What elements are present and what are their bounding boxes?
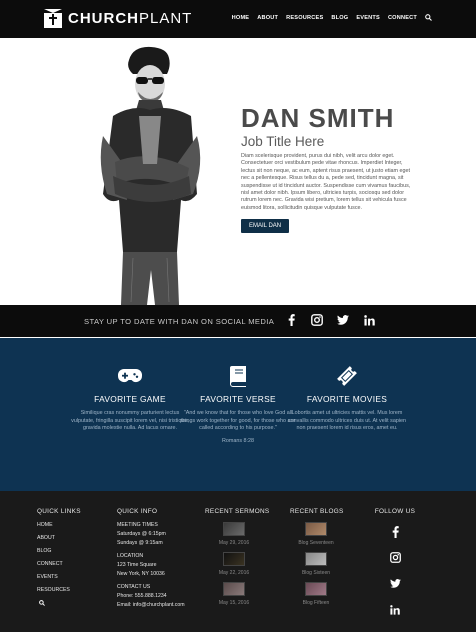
job-title: Job Title Here xyxy=(241,134,325,149)
facebook-icon[interactable] xyxy=(374,525,416,538)
contact-email[interactable]: Email: info@churchplant.com xyxy=(117,602,185,608)
meeting-times-heading: MEETING TIMES xyxy=(117,522,158,528)
instagram-icon[interactable] xyxy=(311,314,323,326)
profile-name: DAN SMITH xyxy=(241,103,395,133)
cross-logo-icon xyxy=(44,9,62,28)
nav-blog[interactable]: BLOG xyxy=(331,15,348,21)
facebook-icon[interactable] xyxy=(285,314,297,326)
verse-reference: Romans 8:28 xyxy=(221,437,255,444)
favorite-movies-text: Lobortis amet ut ultricies mattis vel. M… xyxy=(287,410,407,431)
site-footer: QUICK LINKS HOME ABOUT BLOG CONNECT EVEN… xyxy=(0,491,476,632)
blog-title: Blog Seventeen xyxy=(298,540,334,546)
contact-heading: CONTACT US xyxy=(117,584,151,590)
quick-info-heading: QUICK INFO xyxy=(117,508,158,515)
contact-phone[interactable]: Phone: 555.888.1234 xyxy=(117,593,185,599)
blog-item[interactable]: Blog Seventeen xyxy=(290,522,342,546)
quick-links: QUICK LINKS HOME ABOUT BLOG CONNECT EVEN… xyxy=(37,508,81,611)
book-icon xyxy=(178,364,298,388)
favorite-verse: FAVORITE VERSE "And we know that for tho… xyxy=(178,364,298,444)
favorite-movies-title: FAVORITE MOVIES xyxy=(306,394,388,404)
sermon-thumbnail xyxy=(223,582,245,596)
twitter-icon[interactable] xyxy=(374,577,416,590)
address-line: New York, NY 10036 xyxy=(117,571,165,577)
sermon-item[interactable]: May 22, 2016 xyxy=(205,552,263,576)
profile-text: DAN SMITH Job Title Here Diam scelerisqu… xyxy=(241,103,421,234)
follow-us: FOLLOW US xyxy=(374,508,416,616)
linkedin-icon[interactable] xyxy=(374,603,416,616)
meeting-time: Sundays @ 9:15am xyxy=(117,540,163,546)
favorites-section: FAVORITE GAME Similique cras nonummy par… xyxy=(0,338,476,491)
footer-link-about[interactable]: ABOUT xyxy=(37,535,81,541)
location-heading: LOCATION xyxy=(117,553,144,559)
sermon-date: May 15, 2016 xyxy=(218,600,250,606)
nav-connect[interactable]: CONNECT xyxy=(388,15,417,21)
email-button[interactable]: EMAIL DAN xyxy=(241,219,290,234)
twitter-icon[interactable] xyxy=(337,314,349,326)
recent-sermons: RECENT SERMONS May 29, 2016 May 22, 2016… xyxy=(205,508,270,606)
blog-title: Blog Fifteen xyxy=(302,600,330,606)
blog-thumbnail xyxy=(305,552,327,566)
blog-thumbnail xyxy=(305,522,327,536)
favorite-game-title: FAVORITE GAME xyxy=(94,394,166,404)
favorite-movies: FAVORITE MOVIES Lobortis amet ut ultrici… xyxy=(287,364,407,433)
instagram-icon[interactable] xyxy=(374,551,416,564)
quick-info: QUICK INFO MEETING TIMES Saturdays @ 6:1… xyxy=(117,508,185,608)
ticket-icon xyxy=(287,364,407,388)
gamepad-icon xyxy=(70,364,190,388)
footer-link-home[interactable]: HOME xyxy=(37,522,81,528)
sermon-item[interactable]: May 29, 2016 xyxy=(205,522,263,546)
nav-events[interactable]: EVENTS xyxy=(356,15,380,21)
sermon-item[interactable]: May 15, 2016 xyxy=(205,582,263,606)
logo-text: CHURCHPLANT xyxy=(68,10,193,27)
sermon-thumbnail xyxy=(223,522,245,536)
recent-blogs: RECENT BLOGS Blog Seventeen Blog Sixteen… xyxy=(290,508,344,606)
social-callout: STAY UP TO DATE WITH DAN ON SOCIAL MEDIA xyxy=(84,317,275,326)
recent-sermons-heading: RECENT SERMONS xyxy=(205,508,270,515)
footer-link-resources[interactable]: RESOURCES xyxy=(37,587,81,593)
linkedin-icon[interactable] xyxy=(363,314,375,326)
profile-hero: DAN SMITH Job Title Here Diam scelerisqu… xyxy=(0,38,476,305)
footer-link-blog[interactable]: BLOG xyxy=(37,548,81,554)
blog-item[interactable]: Blog Fifteen xyxy=(290,582,342,606)
recent-blogs-heading: RECENT BLOGS xyxy=(290,508,344,515)
footer-search-icon[interactable] xyxy=(39,600,45,606)
follow-us-heading: FOLLOW US xyxy=(374,508,416,515)
nav-home[interactable]: HOME xyxy=(232,15,250,21)
sermon-date: May 29, 2016 xyxy=(218,540,250,546)
address-line: 123 Time Square xyxy=(117,562,157,568)
footer-link-connect[interactable]: CONNECT xyxy=(37,561,81,567)
search-icon[interactable] xyxy=(425,14,432,21)
site-logo[interactable]: CHURCHPLANT xyxy=(44,9,192,28)
sermon-thumbnail xyxy=(223,552,245,566)
nav-resources[interactable]: RESOURCES xyxy=(286,15,323,21)
social-strip: STAY UP TO DATE WITH DAN ON SOCIAL MEDIA xyxy=(0,305,476,337)
favorite-verse-title: FAVORITE VERSE xyxy=(200,394,276,404)
main-nav: HOME ABOUT RESOURCES BLOG EVENTS CONNECT xyxy=(232,14,432,21)
profile-bio: Diam scelerisque provident, purus dui ni… xyxy=(241,153,411,211)
site-header: CHURCHPLANT HOME ABOUT RESOURCES BLOG EV… xyxy=(0,0,476,38)
favorite-game: FAVORITE GAME Similique cras nonummy par… xyxy=(70,364,190,433)
blog-thumbnail xyxy=(305,582,327,596)
favorite-verse-text: "And we know that for those who love God… xyxy=(180,410,296,431)
favorite-game-text: Similique cras nonummy parturient lectus… xyxy=(71,410,189,431)
quick-links-heading: QUICK LINKS xyxy=(37,508,81,515)
footer-link-events[interactable]: EVENTS xyxy=(37,574,81,580)
nav-about[interactable]: ABOUT xyxy=(257,15,278,21)
profile-photo xyxy=(100,46,201,305)
social-icons xyxy=(285,314,375,326)
blog-title: Blog Sixteen xyxy=(301,570,331,576)
blog-item[interactable]: Blog Sixteen xyxy=(290,552,342,576)
sermon-date: May 22, 2016 xyxy=(218,570,250,576)
meeting-time: Saturdays @ 6:15pm xyxy=(117,531,166,537)
